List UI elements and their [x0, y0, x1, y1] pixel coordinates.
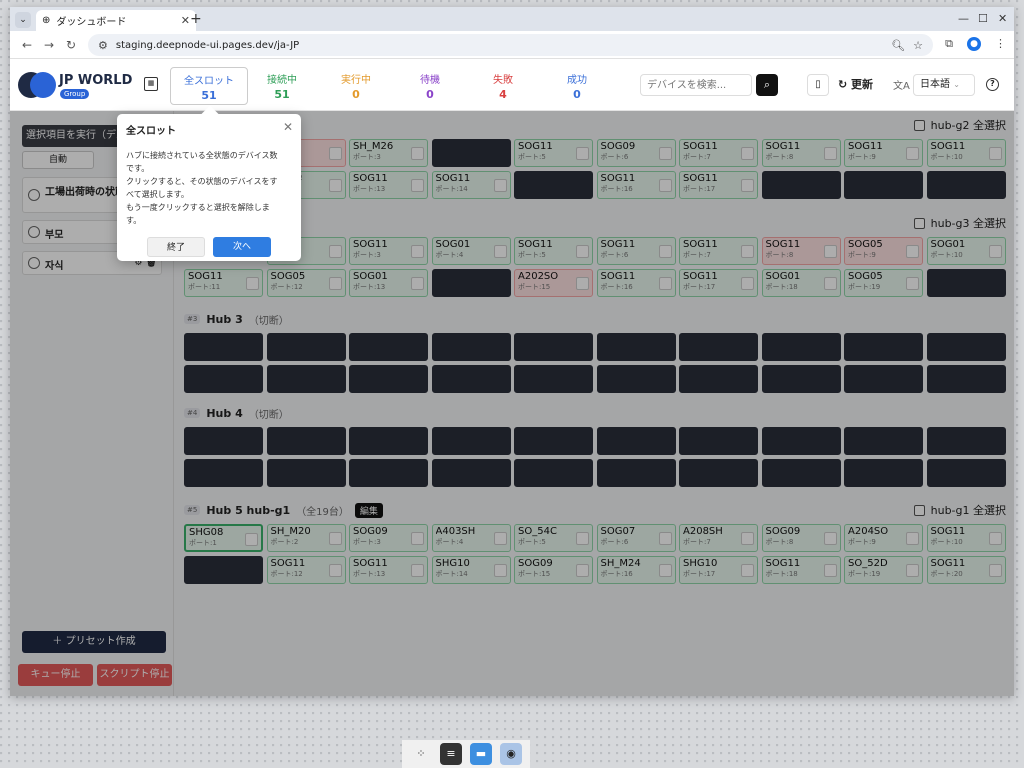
tour-next-button[interactable]: 次へ: [213, 237, 271, 257]
stat-value: 0: [352, 88, 360, 101]
maximize-icon[interactable]: ☐: [978, 12, 988, 25]
forward-icon[interactable]: →: [38, 38, 60, 52]
back-icon[interactable]: ←: [16, 38, 38, 52]
popover-line: クリックすると、その状態のデバイスをす: [126, 177, 278, 186]
popover-body: ハブに接続されている全状態のデバイス数 です。 クリックすると、その状態のデバイ…: [126, 149, 292, 227]
search-icon[interactable]: ⌕: [756, 74, 778, 96]
popover-line: す。: [126, 216, 142, 225]
terminal-icon[interactable]: ≡: [440, 743, 462, 765]
stat-running[interactable]: 実行中 0: [321, 71, 391, 101]
stat-label: 接続中: [267, 75, 297, 86]
stat-value: 51: [274, 88, 290, 101]
bookmark-star-icon[interactable]: ☆: [913, 39, 923, 52]
launcher-icon[interactable]: ⁘: [410, 743, 432, 765]
url-omnibox[interactable]: ⚙ staging.deepnode-ui.pages.dev/ja-JP 🔍︎…: [88, 34, 933, 56]
more-menu-icon[interactable]: ⋮: [995, 37, 1006, 51]
popover-line: もう一度クリックすると選択を解除しま: [126, 203, 270, 212]
minimize-icon[interactable]: —: [958, 12, 969, 25]
brand-logo-icon: [18, 72, 56, 98]
url-text: staging.deepnode-ui.pages.dev/ja-JP: [115, 39, 300, 51]
stat-value: 4: [499, 88, 507, 101]
stat-failed[interactable]: 失敗 4: [468, 71, 538, 101]
tour-popover: 全スロット ✕ ハブに接続されている全状態のデバイス数 です。 クリックすると、…: [117, 114, 301, 261]
popover-line: べて選択します。: [126, 190, 189, 199]
tab-bar: ⌄ ⊕ ダッシュボード ✕ + — ☐ ✕: [10, 7, 1014, 31]
stat-label: 全スロット: [184, 76, 234, 87]
address-bar: ← → ↻ ⚙ staging.deepnode-ui.pages.dev/ja…: [10, 31, 1014, 59]
site-info-icon[interactable]: ⚙: [98, 39, 108, 52]
stat-value: 51: [201, 89, 217, 102]
tab-search-icon[interactable]: ⌄: [15, 12, 31, 28]
brand-name: JP WORLD: [59, 73, 133, 88]
refresh-button[interactable]: ↻ 更新: [838, 74, 873, 96]
brand-badge: Group: [60, 89, 90, 99]
stat-label: 待機: [420, 75, 440, 86]
files-icon[interactable]: ▬: [470, 743, 492, 765]
chevron-down-icon: ⌄: [953, 80, 960, 89]
browser-window: ⌄ ⊕ ダッシュボード ✕ + — ☐ ✕ ← → ↻ ⚙ staging.de…: [10, 7, 1014, 696]
stat-label: 実行中: [341, 75, 371, 86]
stat-value: 0: [573, 88, 581, 101]
browser-tab[interactable]: ⊕ ダッシュボード ✕: [36, 10, 196, 31]
help-icon[interactable]: ?: [986, 78, 999, 91]
close-window-icon[interactable]: ✕: [998, 12, 1007, 25]
stat-waiting[interactable]: 待機 0: [395, 71, 465, 101]
document-icon[interactable]: ▯: [807, 74, 829, 96]
taskbar: ⁘ ≡ ▬ ◉: [402, 740, 530, 768]
zoom-icon[interactable]: 🔍︎: [891, 39, 905, 52]
stat-value: 0: [426, 88, 434, 101]
stat-label: 成功: [567, 75, 587, 86]
language-value: 日本語: [920, 79, 950, 90]
tour-end-button[interactable]: 終了: [147, 237, 205, 257]
refresh-label: 更新: [851, 78, 874, 91]
tab-title: ダッシュボード: [56, 17, 127, 28]
stat-label: 失敗: [493, 75, 513, 86]
close-tab-icon[interactable]: ✕: [181, 14, 190, 27]
globe-icon: ⊕: [42, 15, 51, 26]
stat-all-slots[interactable]: 全スロット 51: [170, 67, 248, 105]
popover-title: 全スロット: [126, 126, 176, 137]
stat-connected[interactable]: 接続中 51: [247, 71, 317, 101]
app-header: JP WORLD Group ▦ 全スロット 51 接続中 51 実行中 0 待…: [10, 59, 1014, 111]
chrome-icon[interactable]: ◉: [500, 743, 522, 765]
calendar-icon[interactable]: ▦: [144, 77, 158, 91]
stat-success[interactable]: 成功 0: [542, 71, 612, 101]
translate-icon: 文A: [893, 81, 910, 92]
close-icon[interactable]: ✕: [283, 120, 293, 134]
refresh-icon: ↻: [838, 78, 852, 91]
device-search-input[interactable]: [640, 74, 752, 96]
profile-avatar-icon[interactable]: ●: [967, 37, 981, 51]
popover-line: ハブに接続されている全状態のデバイス数: [126, 151, 278, 160]
reload-icon[interactable]: ↻: [60, 38, 82, 52]
new-tab-icon[interactable]: +: [190, 11, 202, 27]
popover-line: です。: [126, 164, 150, 173]
language-select[interactable]: 日本語 ⌄: [913, 74, 975, 96]
extensions-icon[interactable]: ⧉: [945, 37, 953, 51]
